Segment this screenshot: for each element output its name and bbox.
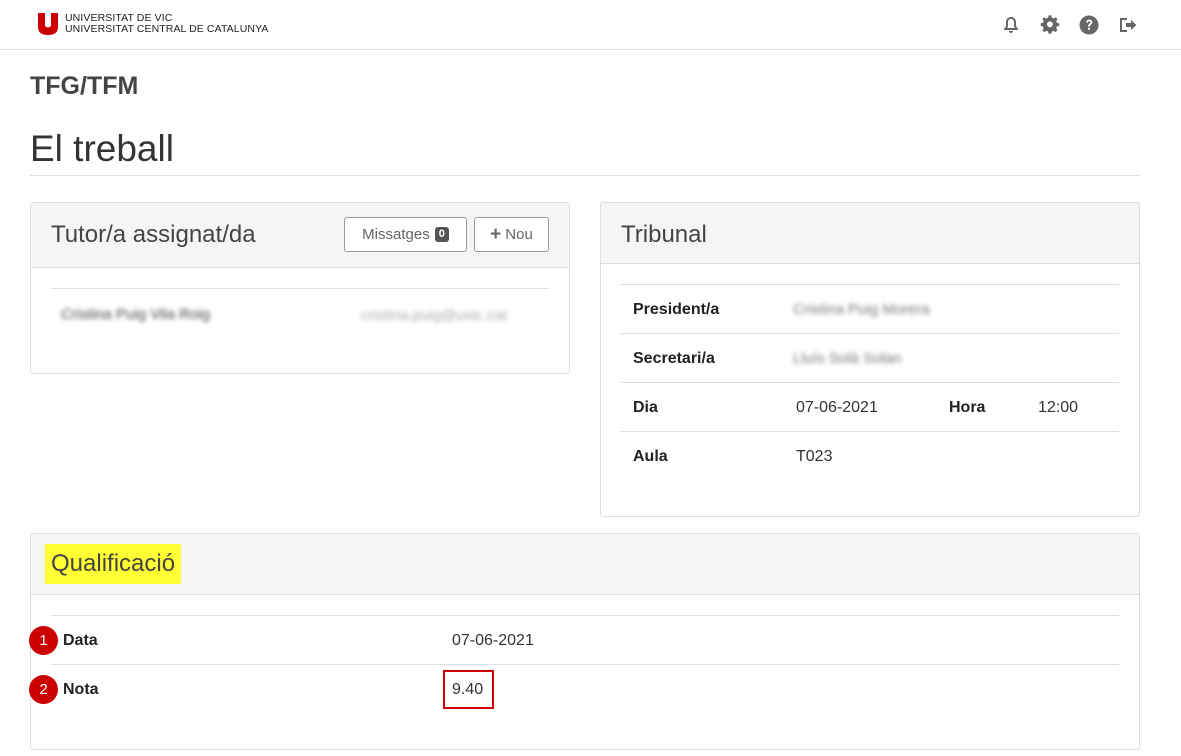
hour-label: Hora: [949, 399, 986, 416]
tutor-panel-header: Tutor/a assignat/da Missatges 0 + Nou: [31, 203, 569, 268]
tribunal-panel: Tribunal President/a Cristina Puig Morer…: [600, 202, 1140, 517]
tribunal-row-divider: [621, 431, 1119, 432]
president-label: President/a: [633, 301, 720, 318]
help-button[interactable]: [1078, 14, 1100, 36]
plus-icon: +: [490, 224, 502, 245]
top-bar: UNIVERSITAT DE VIC UNIVERSITAT CENTRAL D…: [0, 0, 1181, 50]
tribunal-row-divider: [621, 382, 1119, 383]
app-title: TFG/TFM: [30, 72, 139, 100]
tribunal-row-divider: [621, 284, 1119, 285]
tutor-panel-title: Tutor/a assignat/da: [51, 221, 256, 248]
settings-button[interactable]: [1039, 14, 1061, 36]
day-label: Dia: [633, 399, 658, 416]
help-icon: [1079, 15, 1099, 35]
grade-highlight-box: [443, 670, 494, 709]
page-title: El treball: [30, 128, 174, 169]
room-value: T023: [796, 448, 833, 465]
qualification-row-divider: [51, 615, 1119, 616]
logout-icon: [1120, 18, 1137, 32]
new-label: Nou: [505, 226, 533, 243]
messages-count-badge: 0: [434, 227, 449, 242]
president-value: Cristina Puig Morera: [793, 301, 930, 318]
tribunal-panel-header: Tribunal: [601, 203, 1139, 264]
logout-button[interactable]: [1117, 14, 1139, 36]
grade-label: Nota: [63, 681, 99, 698]
qualification-panel-header: Qualificació: [31, 534, 1139, 595]
annotation-marker-2: 2: [29, 675, 58, 704]
qualification-row-divider: [51, 664, 1119, 665]
hour-value: 12:00: [1038, 399, 1079, 416]
tutor-row-divider: [51, 288, 549, 289]
logo-line-2: UNIVERSITAT CENTRAL DE CATALUNYA: [65, 23, 269, 35]
logo-text: UNIVERSITAT DE VIC UNIVERSITAT CENTRAL D…: [65, 13, 269, 35]
header-actions: [1000, 14, 1139, 36]
uvic-logo-icon: [38, 13, 58, 35]
day-value: 07-06-2021: [796, 399, 878, 416]
title-divider: [30, 175, 1140, 176]
qualification-title: Qualificació: [45, 544, 182, 584]
messages-button[interactable]: Missatges 0: [344, 217, 467, 252]
tribunal-panel-title: Tribunal: [621, 221, 707, 248]
tribunal-row-divider: [621, 333, 1119, 334]
gear-icon: [1040, 15, 1060, 34]
secretary-value: Lluís Solà Solan: [793, 350, 902, 367]
tutor-name: Cristina Puig Vila Roig: [61, 306, 210, 323]
date-value: 07-06-2021: [452, 632, 534, 649]
messages-label: Missatges: [362, 226, 430, 243]
tutor-email[interactable]: cristina.puig@uvic.cat: [361, 307, 507, 324]
qualification-panel: Qualificació Data 07-06-2021 Nota 9.40: [30, 533, 1140, 750]
tutor-panel: Tutor/a assignat/da Missatges 0 + Nou Cr…: [30, 202, 570, 374]
annotation-marker-1: 1: [29, 626, 58, 655]
university-logo[interactable]: UNIVERSITAT DE VIC UNIVERSITAT CENTRAL D…: [37, 13, 269, 35]
room-label: Aula: [633, 448, 668, 465]
secretary-label: Secretari/a: [633, 350, 715, 367]
date-label: Data: [63, 632, 98, 649]
bell-icon: [1004, 17, 1018, 33]
new-message-button[interactable]: + Nou: [474, 217, 549, 252]
notifications-button[interactable]: [1000, 14, 1022, 36]
